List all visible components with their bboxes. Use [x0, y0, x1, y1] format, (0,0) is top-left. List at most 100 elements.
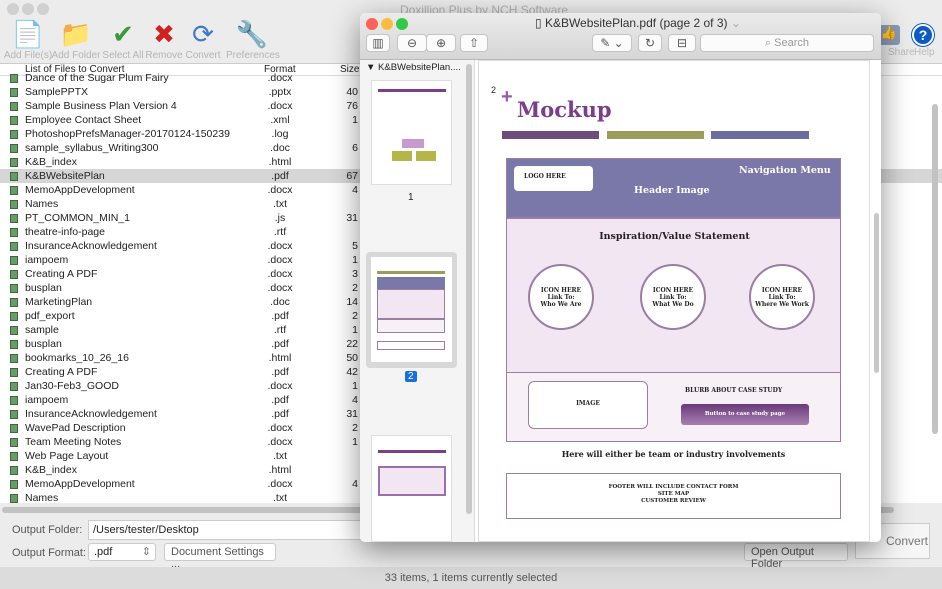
- toolbar-label: Preferences: [226, 50, 280, 61]
- markup-button[interactable]: ✎ ⌄: [592, 34, 632, 52]
- file-icon: [10, 312, 18, 321]
- circle-text: ICON HERE: [761, 286, 803, 294]
- file-name: bookmarks_10_26_16: [25, 352, 129, 364]
- zoom-window-button[interactable]: [37, 3, 49, 15]
- file-size: 1: [352, 436, 358, 448]
- file-icon: [10, 284, 18, 293]
- file-icon: [10, 298, 18, 307]
- file-icon: [10, 326, 18, 335]
- help-button-label[interactable]: Help: [914, 47, 935, 58]
- icon-link-circle: ICON HERE Link To: Who We Are: [528, 264, 594, 330]
- close-window-button[interactable]: [7, 3, 19, 15]
- file-format: .docx: [267, 422, 293, 434]
- share-button[interactable]: ⇧: [460, 34, 488, 52]
- file-name: K&B_index: [25, 156, 77, 168]
- file-format: .js: [274, 212, 286, 224]
- chevron-updown-icon: ⇕: [141, 546, 151, 558]
- file-icon: [10, 452, 18, 461]
- preview-title: ▯ K&BWebsitePlan.pdf (page 2 of 3) ⌄: [535, 16, 741, 30]
- file-format: .docx: [267, 240, 293, 252]
- output-format-select[interactable]: .pdf ⇕: [88, 543, 156, 561]
- file-name: Team Meeting Notes: [25, 436, 122, 448]
- minimize-window-button[interactable]: [22, 3, 34, 15]
- file-icon: [10, 466, 18, 475]
- logo-placeholder: LOGO HERE: [514, 166, 593, 191]
- convert-icon: ⟳: [192, 19, 214, 49]
- toolbar-label: Add Folder: [51, 50, 101, 61]
- file-format: .pdf: [271, 366, 289, 378]
- file-format: .txt: [272, 492, 287, 504]
- file-format: .log: [271, 128, 289, 140]
- zoom-out-button[interactable]: ⊖: [397, 34, 427, 52]
- page-thumbnail-2[interactable]: [366, 252, 457, 368]
- file-name: Jan30-Feb3_GOOD: [25, 380, 119, 392]
- file-size: 31: [346, 212, 358, 224]
- file-icon: [10, 494, 18, 503]
- rotate-button[interactable]: ↻: [638, 34, 662, 52]
- file-icon: [10, 382, 18, 391]
- file-icon: [10, 102, 18, 111]
- file-format: .html: [268, 464, 292, 476]
- share-icon[interactable]: 👍: [878, 25, 900, 45]
- file-size: 2: [352, 310, 358, 322]
- file-icon: [10, 368, 18, 377]
- help-icon[interactable]: ?: [912, 24, 934, 46]
- file-size: 1: [352, 254, 358, 266]
- sidebar-scrollbar[interactable]: [466, 64, 472, 514]
- open-output-folder-button[interactable]: Open Output Folder: [744, 543, 848, 570]
- file-size: 4: [352, 394, 358, 406]
- page-thumbnail-3[interactable]: [371, 435, 452, 542]
- wireframe-value-section: Inspiration/Value Statement ICON HERE Lin…: [506, 218, 841, 373]
- header-image: Header Image: [634, 185, 710, 196]
- vertical-scrollbar[interactable]: [932, 104, 938, 434]
- wireframe-case-study: IMAGE BLURB ABOUT CASE STUDY Button to c…: [506, 372, 841, 442]
- sidebar-doc-title[interactable]: ▼ K&BWebsitePlan....: [366, 62, 461, 73]
- file-name: Web Page Layout: [25, 450, 109, 462]
- color-bar-olive: [607, 131, 704, 139]
- file-name: PhotoshopPrefsManager-20170124-150239: [25, 128, 230, 140]
- file-name: theatre-info-page: [25, 226, 105, 238]
- file-icon: [10, 354, 18, 363]
- file-format: .doc: [270, 296, 290, 308]
- output-folder-input[interactable]: /Users/tester/Desktop: [88, 520, 388, 540]
- file-icon: [10, 116, 18, 125]
- file-name: Employee Contact Sheet: [25, 114, 142, 126]
- page-number-2-selected: 2: [405, 371, 417, 382]
- toolbox-button[interactable]: ⊟: [668, 34, 696, 52]
- document-settings-button[interactable]: Document Settings ...: [164, 543, 276, 570]
- preview-close-button[interactable]: [366, 18, 378, 30]
- file-size: 14: [346, 296, 358, 308]
- preview-minimize-button[interactable]: [381, 18, 393, 30]
- sidebar-toggle-button[interactable]: ▥: [366, 34, 390, 52]
- toolbar-add-folder-button[interactable]: 📁 Add Folder: [50, 18, 102, 61]
- circle-text: Link To:: [547, 293, 575, 301]
- preview-zoom-button[interactable]: [396, 18, 408, 30]
- file-size: 4: [352, 184, 358, 196]
- page-number: 2: [491, 85, 497, 95]
- file-icon: [10, 340, 18, 349]
- file-format: .docx: [267, 254, 293, 266]
- color-bar-purple: [502, 131, 599, 139]
- zoom-in-button[interactable]: ⊕: [426, 34, 456, 52]
- file-format: .rtf: [273, 324, 287, 336]
- toolbar-convert-button[interactable]: ⟳ Convert: [177, 18, 229, 61]
- file-format: .pdf: [271, 310, 289, 322]
- convert-button-label: Convert: [886, 534, 929, 548]
- file-size: 76: [346, 100, 358, 112]
- file-name: busplan: [25, 338, 62, 350]
- file-name: iampoem: [25, 254, 69, 266]
- involvements-text: Here will either be team or industry inv…: [561, 449, 786, 459]
- file-format: .html: [268, 156, 292, 168]
- toolbar-add-file-s-button[interactable]: 📄 Add File(s): [2, 18, 54, 61]
- color-bar-slate: [711, 131, 809, 139]
- page-scrollbar[interactable]: [874, 213, 879, 373]
- page-thumbnail-1[interactable]: [371, 80, 452, 185]
- toolbar-preferences-button[interactable]: 🔧 Preferences: [226, 18, 280, 61]
- icon-link-circle: ICON HERE Link To: Where We Work: [749, 264, 815, 330]
- add-file-icon: 📄: [11, 19, 45, 49]
- share-button-label[interactable]: Share: [888, 47, 915, 58]
- file-size: 5: [352, 240, 358, 252]
- file-icon: [10, 130, 18, 139]
- file-icon: [10, 270, 18, 279]
- search-field[interactable]: ⌕ Search: [700, 34, 874, 52]
